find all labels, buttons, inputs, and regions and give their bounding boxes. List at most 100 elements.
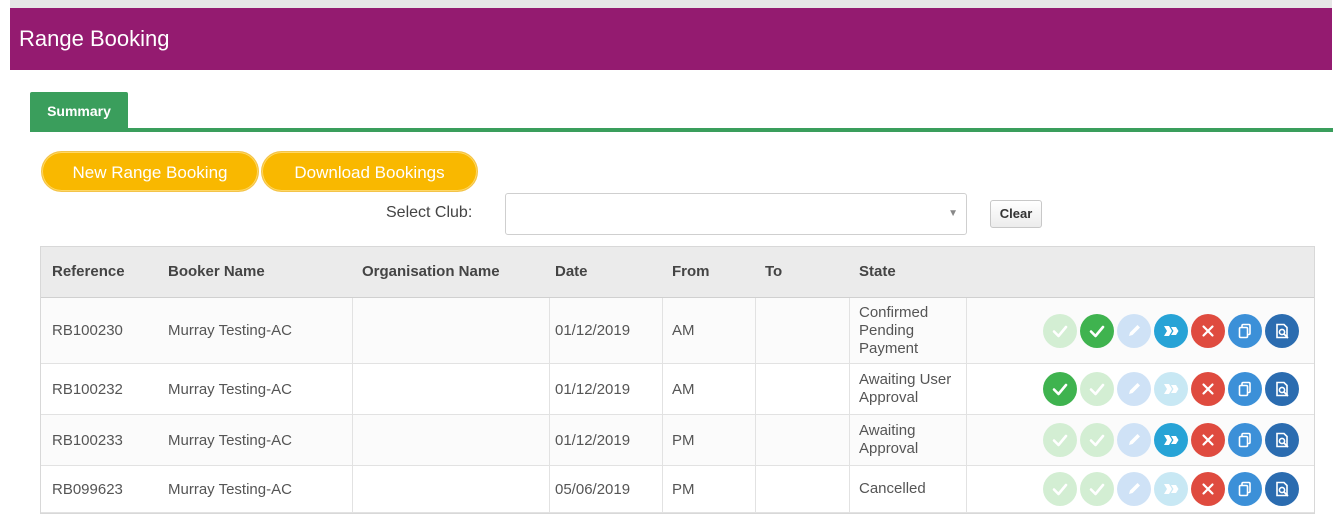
cell-date: 01/12/2019 [555,364,630,414]
clear-button[interactable]: Clear [990,200,1042,228]
cell-state: Awaiting Approval [859,415,918,465]
column-divider [549,415,550,465]
view-document-icon[interactable] [1265,372,1299,406]
transfer-icon [1154,472,1188,506]
cell-state-text: Awaiting User Approval [859,371,952,406]
cell-booker-name-text: Murray Testing-AC [168,322,292,339]
cell-booker-name: Murray Testing-AC [168,364,292,414]
cell-from-text: AM [672,380,695,398]
pencil-icon [1117,313,1151,348]
cell-date-text: 01/12/2019 [555,380,631,398]
row-actions [1043,415,1299,465]
cell-from: PM [672,415,695,465]
cell-state: Awaiting User Approval [859,364,951,414]
table-row[interactable]: RB100233 Murray Testing-AC 01/12/2019 PM Awa… [41,415,1314,466]
cell-date-text: 01/12/2019 [555,322,631,339]
new-range-booking-button[interactable]: New Range Booking [41,151,259,192]
cancel-icon[interactable] [1191,423,1225,457]
copy-icon[interactable] [1228,313,1262,348]
approve-icon [1043,313,1077,348]
cell-date: 05/06/2019 [555,466,630,512]
cell-state: Confirmed Pending Payment [859,298,928,363]
copy-icon[interactable] [1228,472,1262,506]
view-document-icon[interactable] [1265,313,1299,348]
column-divider [352,364,353,414]
transfer-icon[interactable] [1154,423,1188,457]
cell-reference-text: RB100232 [52,380,123,398]
column-divider [966,298,967,363]
cell-reference-text: RB100233 [52,431,123,449]
confirm-icon [1080,423,1114,457]
column-header-reference[interactable]: Reference [52,247,125,297]
bookings-table: Reference Booker Name Organisation Name … [40,246,1315,514]
download-bookings-button[interactable]: Download Bookings [261,151,478,192]
table-row[interactable]: RB100230 Murray Testing-AC 01/12/2019 AM Con… [41,298,1314,364]
transfer-icon[interactable] [1154,313,1188,348]
column-divider [755,298,756,363]
column-divider [549,298,550,363]
row-actions [1043,364,1299,414]
cell-from: PM [672,466,695,512]
copy-icon[interactable] [1228,423,1262,457]
pencil-icon [1117,372,1151,406]
column-divider [549,364,550,414]
tab-underline [30,128,1333,132]
column-divider [352,466,353,512]
cell-reference: RB100232 [52,364,123,414]
cell-reference-text: RB100230 [52,322,123,339]
cell-date-text: 01/12/2019 [555,431,631,449]
column-divider [755,415,756,465]
approve-icon[interactable] [1043,372,1077,406]
cell-date: 01/12/2019 [555,298,630,363]
column-divider [966,415,967,465]
cell-from-text: PM [672,480,695,498]
cell-from: AM [672,298,695,363]
tab-summary[interactable]: Summary [30,92,128,130]
confirm-icon [1080,472,1114,506]
column-divider [849,415,850,465]
cancel-icon[interactable] [1191,472,1225,506]
column-header-to[interactable]: To [765,247,782,297]
cell-booker-name-text: Murray Testing-AC [168,380,292,398]
cell-state-text: Cancelled [859,480,926,497]
club-select[interactable]: ▼ [505,193,967,235]
cell-reference: RB099623 [52,466,123,512]
confirm-icon [1080,372,1114,406]
row-actions [1043,298,1299,363]
column-divider [662,466,663,512]
column-divider [549,466,550,512]
cell-booker-name: Murray Testing-AC [168,298,292,363]
column-header-organisation-name[interactable]: Organisation Name [362,247,500,297]
column-header-booker-name[interactable]: Booker Name [168,247,265,297]
cell-date-text: 05/06/2019 [555,480,631,498]
cancel-icon[interactable] [1191,313,1225,348]
cancel-icon[interactable] [1191,372,1225,406]
copy-icon[interactable] [1228,372,1262,406]
cell-state-text: Confirmed Pending Payment [859,303,929,357]
pencil-icon [1117,472,1151,506]
column-header-from[interactable]: From [672,247,710,297]
column-divider [966,466,967,512]
column-header-state[interactable]: State [859,247,896,297]
column-divider [966,364,967,414]
cell-booker-name: Murray Testing-AC [168,466,292,512]
table-body: RB100230 Murray Testing-AC 01/12/2019 AM Con… [41,298,1314,513]
table-row[interactable]: RB100232 Murray Testing-AC 01/12/2019 AM Awa… [41,364,1314,415]
cell-state-text: Awaiting Approval [859,422,919,457]
pencil-icon [1117,423,1151,457]
column-header-date[interactable]: Date [555,247,588,297]
cell-from: AM [672,364,695,414]
view-document-icon[interactable] [1265,472,1299,506]
cell-booker-name: Murray Testing-AC [168,415,292,465]
cell-state: Cancelled [859,466,926,512]
cell-booker-name-text: Murray Testing-AC [168,480,292,498]
table-row[interactable]: RB099623 Murray Testing-AC 05/06/2019 PM Can… [41,466,1314,513]
approve-icon [1043,423,1077,457]
confirm-icon[interactable] [1080,313,1114,348]
column-divider [352,298,353,363]
page-header: Range Booking [10,8,1332,70]
column-divider [662,364,663,414]
view-document-icon[interactable] [1265,423,1299,457]
cell-reference: RB100230 [52,298,123,363]
column-divider [662,415,663,465]
